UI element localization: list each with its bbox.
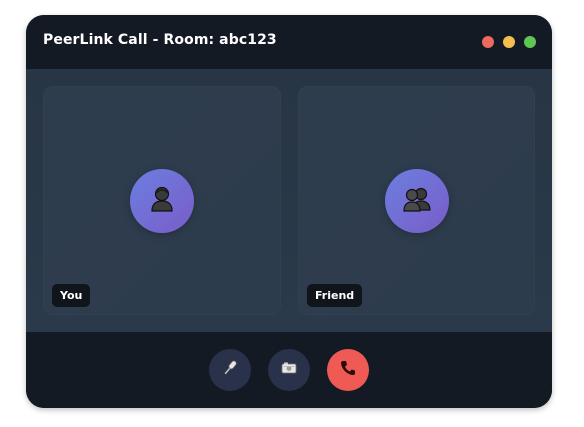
minimize-window-button[interactable]: [503, 36, 515, 48]
video-tile-friend: Friend: [298, 86, 535, 315]
camera-icon: [279, 358, 299, 382]
window-controls: [482, 36, 536, 48]
participant-label-self: You: [52, 284, 91, 307]
person-icon: [147, 184, 177, 218]
maximize-window-button[interactable]: [524, 36, 536, 48]
phone-icon: [338, 358, 358, 382]
microphone-icon: [220, 358, 240, 382]
participant-label-friend: Friend: [307, 284, 363, 307]
close-window-button[interactable]: [482, 36, 494, 48]
mute-button[interactable]: [209, 349, 251, 391]
video-stage: You Friend: [26, 69, 552, 332]
title-bar: PeerLink Call - Room: abc123: [26, 15, 552, 69]
avatar-self: [130, 169, 194, 233]
window-title: PeerLink Call - Room: abc123: [43, 32, 277, 48]
call-window: PeerLink Call - Room: abc123 You Friend: [26, 15, 552, 408]
avatar-friend: [384, 169, 449, 233]
camera-button[interactable]: [268, 349, 310, 391]
end-call-button[interactable]: [327, 349, 369, 391]
call-controls-bar: [26, 332, 552, 408]
video-tile-self: You: [43, 86, 281, 315]
people-icon: [401, 184, 433, 218]
